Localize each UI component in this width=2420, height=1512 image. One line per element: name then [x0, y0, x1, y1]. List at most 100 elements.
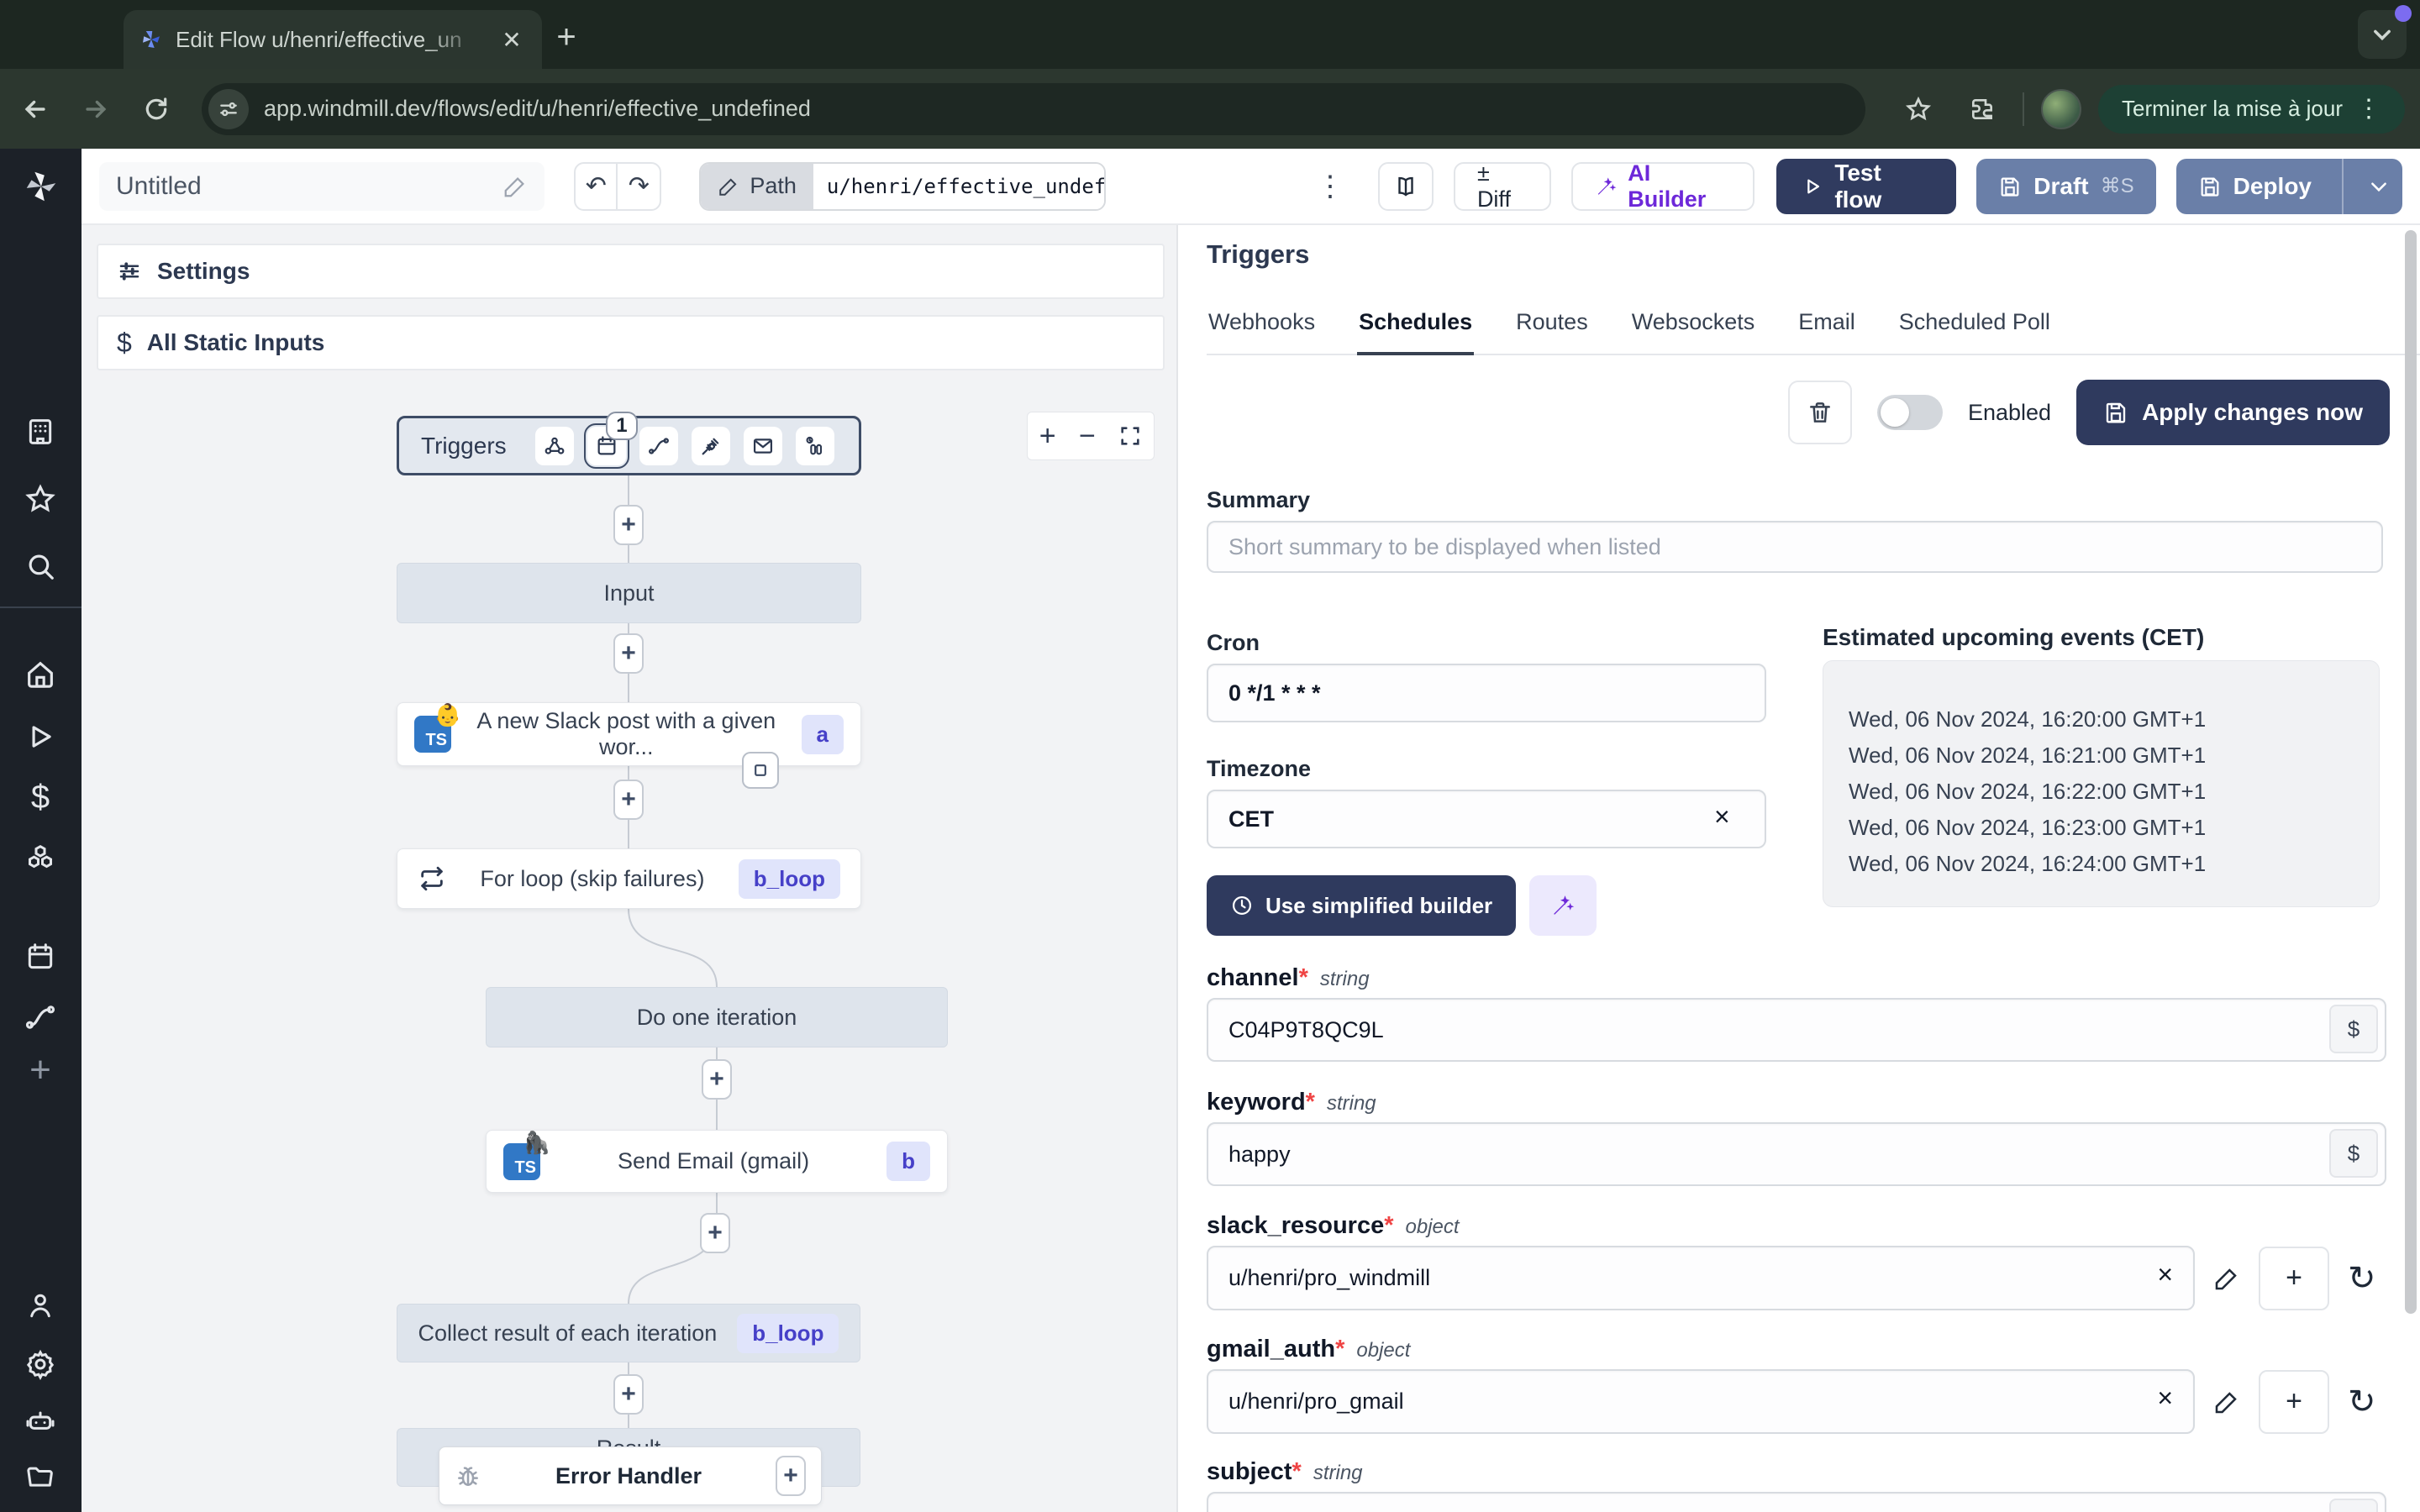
- add-step-button[interactable]: +: [702, 1059, 732, 1100]
- enabled-toggle[interactable]: [1876, 395, 1943, 430]
- tab-search-button[interactable]: [2358, 5, 2412, 59]
- refresh-resource-icon[interactable]: ↻: [2348, 1259, 2376, 1298]
- add-step-button[interactable]: +: [613, 780, 644, 820]
- simplified-builder-button[interactable]: Use simplified builder: [1207, 875, 1517, 936]
- sidebar-home-icon[interactable]: [20, 654, 60, 695]
- collect-result-node[interactable]: Collect result of each iteration b_loop: [397, 1304, 860, 1362]
- undo-button[interactable]: ↶: [576, 163, 618, 209]
- forward-button[interactable]: [72, 86, 119, 133]
- forloop-node[interactable]: For loop (skip failures) b_loop: [397, 848, 861, 909]
- profile-avatar[interactable]: [2041, 88, 2082, 129]
- edit-name-pencil-icon[interactable]: [502, 174, 528, 199]
- diff-button[interactable]: ± Diff: [1453, 160, 1552, 212]
- email-trigger-icon[interactable]: [743, 426, 782, 465]
- scheduled-poll-trigger-icon[interactable]: [795, 426, 834, 465]
- sidebar-workspace-icon[interactable]: [20, 412, 60, 452]
- do-one-iteration-node[interactable]: Do one iteration: [486, 987, 948, 1047]
- webhook-trigger-icon[interactable]: [534, 426, 574, 465]
- gmail-auth-input[interactable]: [1207, 1369, 2195, 1434]
- sidebar-users-icon[interactable]: [20, 1285, 60, 1326]
- tab-routes[interactable]: Routes: [1514, 309, 1590, 354]
- test-flow-button[interactable]: Test flow: [1776, 158, 1957, 214]
- sidebar-folders-icon[interactable]: [20, 1457, 60, 1498]
- delete-schedule-button[interactable]: [1787, 381, 1852, 444]
- refresh-button[interactable]: [133, 86, 180, 133]
- refresh-resource-icon[interactable]: ↻: [2348, 1383, 2376, 1421]
- sidebar-runs-icon[interactable]: [20, 717, 60, 757]
- panel-scrollbar[interactable]: [2405, 230, 2417, 1314]
- ai-builder-button[interactable]: AI Builder: [1571, 160, 1755, 212]
- redo-button[interactable]: ↷: [618, 164, 660, 209]
- browser-update-button[interactable]: Terminer la mise à jour ⋮: [2098, 84, 2405, 134]
- add-error-handler-button[interactable]: +: [776, 1456, 806, 1496]
- sidebar-search-icon[interactable]: [20, 546, 60, 586]
- summary-input[interactable]: [1207, 521, 2383, 573]
- url-field[interactable]: app.windmill.dev/flows/edit/u/henri/effe…: [202, 82, 1865, 135]
- slack-resource-input[interactable]: [1207, 1246, 2195, 1310]
- add-resource-button[interactable]: +: [2259, 1369, 2329, 1434]
- clear-timezone-icon[interactable]: ×: [1714, 801, 1730, 832]
- subject-input[interactable]: [1207, 1492, 2386, 1512]
- tab-close-icon[interactable]: ✕: [497, 24, 527, 55]
- site-settings-icon[interactable]: [208, 88, 249, 129]
- websocket-trigger-icon[interactable]: [691, 426, 730, 465]
- schedule-trigger-icon[interactable]: 1: [583, 411, 638, 469]
- insert-variable-button[interactable]: $: [2329, 1129, 2378, 1178]
- stop-after-step-button[interactable]: [742, 752, 779, 789]
- tab-schedules[interactable]: Schedules: [1357, 309, 1475, 355]
- tab-email[interactable]: Email: [1797, 309, 1857, 354]
- input-node[interactable]: Input: [397, 563, 861, 623]
- apply-changes-button[interactable]: Apply changes now: [2076, 380, 2390, 445]
- cron-input[interactable]: [1207, 664, 1766, 722]
- triggers-node[interactable]: Triggers 1: [397, 411, 861, 475]
- keyword-input[interactable]: [1207, 1122, 2386, 1186]
- edit-resource-pencil-icon[interactable]: [2213, 1389, 2240, 1415]
- clear-resource-icon[interactable]: ×: [2157, 1383, 2173, 1414]
- insert-variable-button[interactable]: $: [2329, 1005, 2378, 1053]
- send-email-node[interactable]: TS 🦍 Send Email (gmail) b: [486, 1130, 948, 1193]
- insert-variable-button[interactable]: $: [2329, 1499, 2378, 1512]
- zoom-in-button[interactable]: +: [1039, 420, 1056, 453]
- flow-canvas[interactable]: + − Triggers 1 + Input + TS 👶 A new Slac…: [82, 225, 1176, 1512]
- menu-kebab-icon[interactable]: ⋮: [2356, 94, 2381, 123]
- sidebar-variables-icon[interactable]: $: [20, 777, 60, 817]
- flow-name-field[interactable]: Untitled: [99, 161, 545, 211]
- deploy-dropdown-chevron[interactable]: [2355, 176, 2402, 197]
- docs-button[interactable]: [1378, 161, 1434, 211]
- add-resource-button[interactable]: +: [2259, 1246, 2329, 1310]
- sidebar-schedules-icon[interactable]: [20, 937, 60, 977]
- back-button[interactable]: [12, 86, 59, 133]
- tab-scheduled-poll[interactable]: Scheduled Poll: [1897, 309, 2052, 354]
- sidebar-routes-icon[interactable]: [20, 997, 60, 1037]
- slack-step-node[interactable]: TS 👶 A new Slack post with a given wor..…: [397, 702, 861, 766]
- more-options-kebab[interactable]: ⋮: [1316, 170, 1344, 203]
- windmill-logo[interactable]: [22, 167, 60, 206]
- add-step-button[interactable]: +: [613, 633, 644, 674]
- tab-websockets[interactable]: Websockets: [1630, 309, 1757, 354]
- browser-tab[interactable]: Edit Flow u/henri/effective_un ✕: [124, 10, 542, 69]
- sidebar-add-icon[interactable]: +: [20, 1049, 60, 1090]
- timezone-input[interactable]: [1207, 790, 1766, 848]
- add-step-button[interactable]: +: [613, 1374, 644, 1415]
- tab-webhooks[interactable]: Webhooks: [1207, 309, 1317, 354]
- deploy-button[interactable]: Deploy: [2175, 158, 2402, 214]
- path-field[interactable]: Path u/henri/effective_undef: [699, 161, 1107, 211]
- ai-cron-button[interactable]: [1529, 875, 1597, 936]
- new-tab-button[interactable]: +: [548, 18, 585, 55]
- error-handler-node[interactable]: Error Handler +: [439, 1446, 822, 1505]
- sidebar-settings-icon[interactable]: [20, 1344, 60, 1384]
- sidebar-workers-icon[interactable]: [20, 1401, 60, 1441]
- route-trigger-icon[interactable]: [639, 426, 678, 465]
- fit-view-button[interactable]: [1118, 424, 1142, 448]
- clear-resource-icon[interactable]: ×: [2157, 1259, 2173, 1290]
- draft-button[interactable]: Draft ⌘S: [1976, 158, 2156, 214]
- add-step-button[interactable]: +: [613, 505, 644, 545]
- sidebar-favorites-icon[interactable]: [20, 479, 60, 519]
- sidebar-resources-icon[interactable]: [20, 837, 60, 878]
- extensions-icon[interactable]: [1959, 86, 2006, 133]
- edit-resource-pencil-icon[interactable]: [2213, 1265, 2240, 1292]
- add-step-button[interactable]: +: [700, 1213, 730, 1253]
- channel-input[interactable]: [1207, 998, 2386, 1062]
- zoom-out-button[interactable]: −: [1079, 420, 1096, 453]
- bookmark-star-icon[interactable]: [1895, 86, 1942, 133]
